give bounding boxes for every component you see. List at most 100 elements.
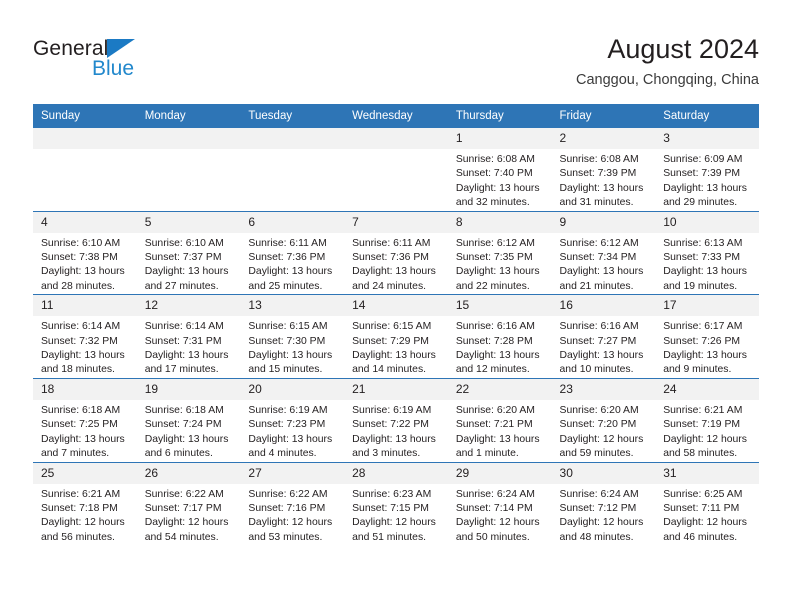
daylight-text: Daylight: 13 hours and 24 minutes.	[352, 266, 436, 292]
sunset-text: Sunset: 7:40 PM	[455, 168, 533, 180]
sunset-text: Sunset: 7:21 PM	[455, 419, 533, 431]
day-sun-info: Sunrise: 6:15 AM Sunset: 7:30 PM Daylight:…	[240, 316, 344, 378]
calendar-day-cell[interactable]: 16 Sunrise: 6:16 AM Sunset: 7:27 PM Dayligh…	[551, 294, 656, 379]
calendar-day-cell-empty	[136, 128, 241, 212]
calendar-day-cell[interactable]: 19 Sunrise: 6:18 AM Sunset: 7:24 PM Dayligh…	[136, 377, 241, 462]
calendar-day-cell[interactable]: 7 Sunrise: 6:11 AM Sunset: 7:36 PM Daylight…	[344, 210, 448, 295]
calendar-day-cell[interactable]: 27 Sunrise: 6:22 AM Sunset: 7:16 PM Dayligh…	[240, 461, 345, 546]
calendar-day-cell[interactable]: 9 Sunrise: 6:12 AM Sunset: 7:34 PM Daylight…	[551, 210, 656, 295]
day-sun-info: Sunrise: 6:22 AM Sunset: 7:17 PM Daylight:…	[137, 484, 241, 546]
general-blue-logo: General Blue	[33, 38, 233, 88]
logo-triangle-icon	[107, 39, 136, 58]
calendar-day-cell[interactable]: 29 Sunrise: 6:24 AM Sunset: 7:14 PM Dayligh…	[447, 461, 552, 546]
calendar-day-cell[interactable]: 26 Sunrise: 6:22 AM Sunset: 7:17 PM Dayligh…	[136, 461, 241, 546]
day-number: 14	[344, 295, 448, 317]
sunset-text: Sunset: 7:31 PM	[144, 335, 222, 347]
day-number: 4	[33, 211, 137, 233]
sunrise-text: Sunrise: 6:14 AM	[41, 321, 121, 333]
sunset-text: Sunset: 7:27 PM	[559, 335, 637, 347]
calendar-day-cell[interactable]: 12 Sunrise: 6:14 AM Sunset: 7:31 PM Dayligh…	[136, 294, 241, 379]
calendar-day-cell[interactable]: 3 Sunrise: 6:09 AM Sunset: 7:39 PM Daylight…	[655, 128, 759, 212]
calendar-day-cell[interactable]: 10 Sunrise: 6:13 AM Sunset: 7:33 PM Dayligh…	[655, 210, 759, 295]
sunrise-text: Sunrise: 6:25 AM	[663, 488, 743, 500]
day-sun-info: Sunrise: 6:08 AM Sunset: 7:39 PM Daylight:…	[552, 149, 656, 211]
day-sun-info: Sunrise: 6:24 AM Sunset: 7:14 PM Daylight:…	[448, 484, 552, 546]
day-number: 26	[136, 462, 241, 484]
daylight-text: Daylight: 13 hours and 31 minutes.	[559, 182, 644, 209]
calendar-day-cell[interactable]: 15 Sunrise: 6:16 AM Sunset: 7:28 PM Dayligh…	[447, 294, 552, 379]
calendar-day-cell[interactable]: 22 Sunrise: 6:20 AM Sunset: 7:21 PM Dayligh…	[447, 377, 552, 462]
sunset-text: Sunset: 7:34 PM	[559, 252, 637, 264]
day-number: 3	[655, 128, 759, 149]
calendar-day-cell[interactable]: 18 Sunrise: 6:18 AM Sunset: 7:25 PM Dayligh…	[33, 377, 137, 462]
calendar-day-cell[interactable]: 24 Sunrise: 6:21 AM Sunset: 7:19 PM Dayligh…	[655, 377, 759, 462]
day-number: 20	[240, 378, 345, 400]
calendar-day-cell[interactable]: 1 Sunrise: 6:08 AM Sunset: 7:40 PM Daylight…	[447, 128, 552, 212]
day-number: 1	[447, 128, 552, 149]
sunrise-text: Sunrise: 6:15 AM	[352, 321, 432, 333]
day-number	[240, 128, 345, 149]
daylight-text: Daylight: 13 hours and 27 minutes.	[144, 266, 229, 292]
sunset-text: Sunset: 7:26 PM	[663, 335, 741, 347]
sunset-text: Sunset: 7:36 PM	[352, 252, 429, 264]
daylight-text: Daylight: 13 hours and 19 minutes.	[663, 266, 747, 292]
calendar-day-cell[interactable]: 8 Sunrise: 6:12 AM Sunset: 7:35 PM Daylight…	[447, 210, 552, 295]
weekday-header-saturday: Saturday	[655, 104, 759, 128]
day-sun-info: Sunrise: 6:23 AM Sunset: 7:15 PM Daylight:…	[344, 484, 448, 546]
calendar-day-cell-empty	[344, 128, 448, 212]
weekday-header-tuesday: Tuesday	[240, 104, 345, 128]
sunset-text: Sunset: 7:38 PM	[41, 252, 118, 264]
daylight-text: Daylight: 12 hours and 46 minutes.	[663, 517, 747, 543]
day-number: 31	[655, 462, 759, 484]
day-sun-info: Sunrise: 6:19 AM Sunset: 7:22 PM Daylight:…	[344, 400, 448, 462]
calendar-day-cell[interactable]: 28 Sunrise: 6:23 AM Sunset: 7:15 PM Dayligh…	[344, 461, 448, 546]
day-sun-info: Sunrise: 6:17 AM Sunset: 7:26 PM Daylight:…	[655, 316, 759, 378]
calendar-day-cell[interactable]: 6 Sunrise: 6:11 AM Sunset: 7:36 PM Daylight…	[240, 210, 345, 295]
calendar-day-cell[interactable]: 2 Sunrise: 6:08 AM Sunset: 7:39 PM Daylight…	[551, 128, 656, 212]
calendar-day-cell[interactable]: 4 Sunrise: 6:10 AM Sunset: 7:38 PM Daylight…	[33, 210, 137, 295]
calendar-day-cell[interactable]: 13 Sunrise: 6:15 AM Sunset: 7:30 PM Dayligh…	[240, 294, 345, 379]
sunrise-text: Sunrise: 6:22 AM	[144, 488, 224, 500]
sunset-text: Sunset: 7:19 PM	[663, 419, 741, 431]
sunrise-text: Sunrise: 6:08 AM	[559, 154, 639, 165]
calendar-week-row: 18 Sunrise: 6:18 AM Sunset: 7:25 PM Dayligh…	[33, 377, 759, 462]
day-sun-info: Sunrise: 6:15 AM Sunset: 7:29 PM Daylight:…	[344, 316, 448, 378]
calendar-day-cell[interactable]: 11 Sunrise: 6:14 AM Sunset: 7:32 PM Dayligh…	[33, 294, 137, 379]
sunrise-text: Sunrise: 6:18 AM	[41, 404, 121, 416]
sunrise-text: Sunrise: 6:11 AM	[248, 237, 327, 249]
calendar-day-cell[interactable]: 31 Sunrise: 6:25 AM Sunset: 7:11 PM Dayligh…	[655, 461, 759, 546]
daylight-text: Daylight: 13 hours and 4 minutes.	[248, 433, 333, 460]
calendar-day-cell[interactable]: 20 Sunrise: 6:19 AM Sunset: 7:23 PM Dayligh…	[240, 377, 345, 462]
day-sun-info: Sunrise: 6:18 AM Sunset: 7:24 PM Daylight:…	[137, 400, 241, 462]
calendar-day-cell[interactable]: 21 Sunrise: 6:19 AM Sunset: 7:22 PM Dayligh…	[344, 377, 448, 462]
daylight-text: Daylight: 13 hours and 6 minutes.	[144, 433, 229, 460]
calendar-day-cell[interactable]: 17 Sunrise: 6:17 AM Sunset: 7:26 PM Dayligh…	[655, 294, 759, 379]
sunrise-text: Sunrise: 6:24 AM	[455, 488, 535, 500]
sunset-text: Sunset: 7:35 PM	[455, 252, 533, 264]
calendar-day-cell[interactable]: 5 Sunrise: 6:10 AM Sunset: 7:37 PM Daylight…	[136, 210, 241, 295]
day-sun-info: Sunrise: 6:14 AM Sunset: 7:31 PM Daylight:…	[137, 316, 241, 378]
weekday-header-monday: Monday	[136, 104, 241, 128]
calendar-page: General Blue August 2024 Canggou, Chongq…	[0, 0, 792, 612]
day-number	[136, 128, 241, 149]
day-sun-info: Sunrise: 6:21 AM Sunset: 7:18 PM Daylight:…	[33, 484, 137, 546]
sunrise-text: Sunrise: 6:13 AM	[663, 237, 743, 249]
calendar-day-cell[interactable]: 23 Sunrise: 6:20 AM Sunset: 7:20 PM Dayligh…	[551, 377, 656, 462]
day-sun-info: Sunrise: 6:21 AM Sunset: 7:19 PM Daylight:…	[655, 400, 759, 462]
calendar-day-cell[interactable]: 14 Sunrise: 6:15 AM Sunset: 7:29 PM Dayligh…	[344, 294, 448, 379]
day-number: 2	[551, 128, 656, 149]
daylight-text: Daylight: 13 hours and 14 minutes.	[352, 350, 436, 376]
calendar-day-cell[interactable]: 30 Sunrise: 6:24 AM Sunset: 7:12 PM Dayligh…	[551, 461, 656, 546]
day-number	[344, 128, 448, 149]
sunset-text: Sunset: 7:20 PM	[559, 419, 637, 431]
day-number: 27	[240, 462, 345, 484]
day-sun-info: Sunrise: 6:24 AM Sunset: 7:12 PM Daylight:…	[552, 484, 656, 546]
sunrise-text: Sunrise: 6:14 AM	[144, 321, 224, 333]
calendar-day-cell[interactable]: 25 Sunrise: 6:21 AM Sunset: 7:18 PM Dayligh…	[33, 461, 137, 546]
day-sun-info: Sunrise: 6:10 AM Sunset: 7:37 PM Daylight:…	[137, 233, 241, 295]
sunrise-text: Sunrise: 6:17 AM	[663, 321, 743, 333]
day-number: 5	[136, 211, 241, 233]
sunset-text: Sunset: 7:37 PM	[144, 252, 222, 264]
day-number: 19	[136, 378, 241, 400]
day-sun-info: Sunrise: 6:25 AM Sunset: 7:11 PM Daylight:…	[655, 484, 759, 546]
